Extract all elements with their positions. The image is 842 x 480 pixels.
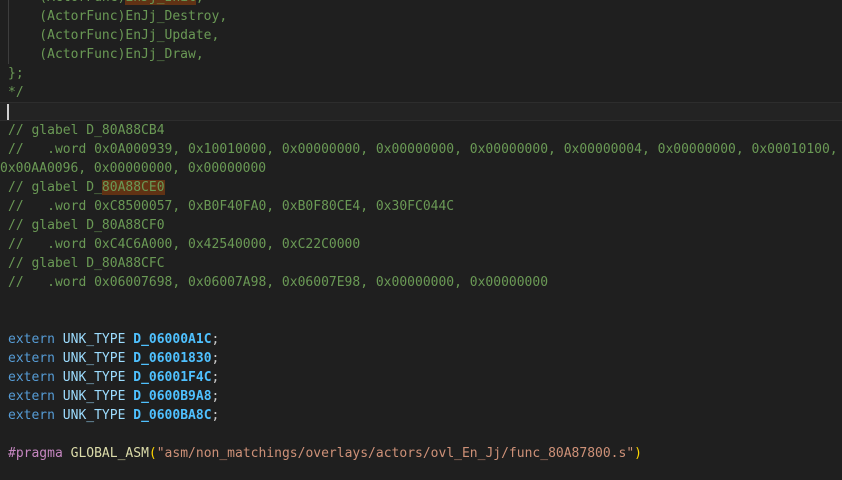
code-token: ; [212, 408, 220, 423]
code-line: extern UNK_TYPE D_06000A1C; [0, 330, 842, 349]
code-line: // glabel D_80A88CFC [0, 254, 842, 273]
code-line: // glabel D_80A88CE0 [0, 178, 842, 197]
code-line: (ActorFunc)EnJj_Init, [0, 0, 842, 7]
code-token: D_06000A1C [133, 332, 211, 347]
code-token: , [196, 0, 204, 5]
code-line: (ActorFunc)EnJj_Destroy, [0, 7, 842, 26]
code-line: #pragma GLOBAL_ASM("asm/non_matchings/ov… [0, 444, 842, 463]
code-token: ; [212, 351, 220, 366]
code-line: }; [0, 64, 842, 83]
code-token [55, 389, 63, 404]
code-line [0, 292, 842, 311]
code-token: }; [8, 66, 24, 81]
code-token: UNK_TYPE [63, 351, 126, 366]
code-token: (ActorFunc)EnJj_Destroy, [8, 9, 227, 24]
code-token: // .word 0x0A000939, 0x10010000, 0x00000… [8, 142, 838, 157]
code-token: // .word 0xC4C6A000, 0x42540000, 0xC22C0… [8, 237, 360, 252]
code-token: // glabel D_80A88CB4 [8, 123, 165, 138]
code-token: UNK_TYPE [63, 370, 126, 385]
code-line: */ [0, 83, 842, 102]
code-line: 0x00AA0096, 0x00000000, 0x00000000 [0, 159, 842, 178]
find-match-highlight: EnJj_Init [125, 0, 195, 5]
code-line: extern UNK_TYPE D_0600B9A8; [0, 387, 842, 406]
code-line: extern UNK_TYPE D_06001F4C; [0, 368, 842, 387]
code-token [55, 351, 63, 366]
code-token: D_06001830 [133, 351, 211, 366]
code-token: #pragma [8, 446, 63, 461]
code-token: // .word 0xC8500057, 0xB0F40FA0, 0xB0F80… [8, 199, 454, 214]
code-line [0, 425, 842, 444]
code-line: // glabel D_80A88CF0 [0, 216, 842, 235]
code-token: // glabel D_ [8, 180, 102, 195]
code-line: // .word 0x06007698, 0x06007A98, 0x06007… [0, 273, 842, 292]
code-token: (ActorFunc)EnJj_Update, [8, 28, 219, 43]
code-token: (ActorFunc)EnJj_Draw, [8, 47, 204, 62]
code-line: extern UNK_TYPE D_0600BA8C; [0, 406, 842, 425]
code-token [55, 408, 63, 423]
code-token: ; [212, 370, 220, 385]
code-token: ; [212, 332, 220, 347]
code-line [0, 311, 842, 330]
code-token: extern [8, 389, 55, 404]
code-token: */ [8, 85, 24, 100]
code-token: GLOBAL_ASM [71, 446, 149, 461]
code-line: // .word 0x0A000939, 0x10010000, 0x00000… [0, 140, 842, 159]
code-line: // glabel D_80A88CB4 [0, 121, 842, 140]
text-cursor [7, 104, 9, 120]
code-editor[interactable]: (ActorFunc)EnJj_Init, (ActorFunc)EnJj_De… [0, 0, 842, 480]
code-token: extern [8, 370, 55, 385]
code-line: // .word 0xC8500057, 0xB0F40FA0, 0xB0F80… [0, 197, 842, 216]
code-token: ; [212, 389, 220, 404]
code-token: UNK_TYPE [63, 332, 126, 347]
code-token: UNK_TYPE [63, 408, 126, 423]
code-token [55, 370, 63, 385]
code-token: D_0600B9A8 [133, 389, 211, 404]
code-token: extern [8, 351, 55, 366]
code-token [63, 446, 71, 461]
code-token: extern [8, 408, 55, 423]
find-match-highlight: 80A88CE0 [102, 180, 165, 195]
code-token: D_06001F4C [133, 370, 211, 385]
code-line: (ActorFunc)EnJj_Update, [0, 26, 842, 45]
code-area: (ActorFunc)EnJj_Init, (ActorFunc)EnJj_De… [0, 0, 842, 480]
code-token: D_0600BA8C [133, 408, 211, 423]
code-line [0, 102, 842, 121]
code-token: 0x00AA0096, 0x00000000, 0x00000000 [0, 161, 266, 176]
code-token: // .word 0x06007698, 0x06007A98, 0x06007… [8, 275, 548, 290]
code-token: UNK_TYPE [63, 389, 126, 404]
code-line: extern UNK_TYPE D_06001830; [0, 349, 842, 368]
code-token: ( [149, 446, 157, 461]
code-line: (ActorFunc)EnJj_Draw, [0, 45, 842, 64]
code-token: ) [634, 446, 642, 461]
code-line: // .word 0xC4C6A000, 0x42540000, 0xC22C0… [0, 235, 842, 254]
code-token: "asm/non_matchings/overlays/actors/ovl_E… [157, 446, 634, 461]
code-token [55, 332, 63, 347]
code-token: // glabel D_80A88CF0 [8, 218, 165, 233]
code-token: extern [8, 332, 55, 347]
code-token: (ActorFunc) [8, 0, 125, 5]
code-token: // glabel D_80A88CFC [8, 256, 165, 271]
code-line [0, 463, 842, 480]
